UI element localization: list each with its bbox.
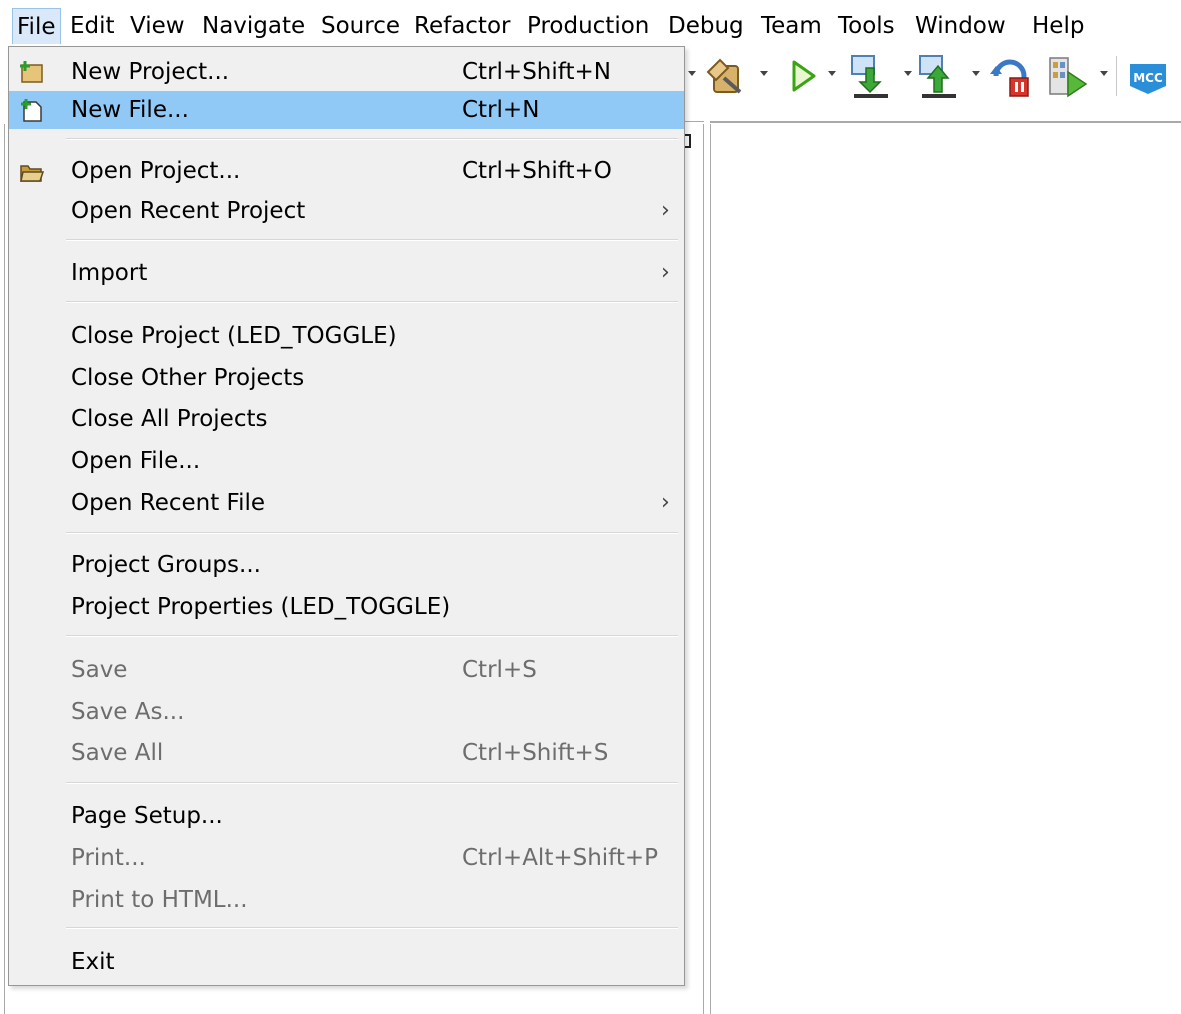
menu-item-label: Page Setup... <box>71 803 223 829</box>
chevron-down-icon[interactable] <box>828 71 836 76</box>
menu-item-label: Open Recent Project <box>71 198 306 224</box>
file-menu-dropdown: New Project... Ctrl+Shift+N New File... … <box>8 46 685 986</box>
menu-navigate[interactable]: Navigate <box>202 8 305 44</box>
chevron-down-icon[interactable] <box>904 71 912 76</box>
menu-window[interactable]: Window <box>915 8 1006 44</box>
menu-separator <box>66 782 678 784</box>
menu-refactor[interactable]: Refactor <box>414 8 510 44</box>
menu-item-project-properties[interactable]: Project Properties (LED_TOGGLE) <box>9 588 684 626</box>
menu-file[interactable]: File <box>12 8 61 44</box>
menu-item-exit[interactable]: Exit <box>9 943 684 981</box>
menu-item-open-file[interactable]: Open File... <box>9 442 684 480</box>
run-icon[interactable] <box>788 58 818 94</box>
menu-item-label: New File... <box>71 97 189 123</box>
menu-item-page-setup[interactable]: Page Setup... <box>9 797 684 835</box>
editor-pane-border <box>710 124 711 1014</box>
menu-item-label: Open File... <box>71 448 201 474</box>
menu-debug[interactable]: Debug <box>668 8 744 44</box>
restore-window-icon[interactable] <box>685 134 691 148</box>
menu-item-label: New Project... <box>71 59 230 85</box>
menu-item-print-to-html: Print to HTML... <box>9 881 684 919</box>
hold-reset-icon[interactable] <box>988 54 1034 100</box>
menu-item-label: Open Project... <box>71 158 241 184</box>
menu-item-open-project[interactable]: Open Project... Ctrl+Shift+O <box>9 152 684 190</box>
toolbar-separator <box>1116 56 1117 96</box>
chevron-down-icon[interactable] <box>688 71 696 76</box>
menu-item-label: Import <box>71 260 148 286</box>
program-device-icon[interactable] <box>848 54 894 100</box>
menu-item-label: Close Other Projects <box>71 365 305 391</box>
menu-item-open-recent-file[interactable]: Open Recent File › <box>9 484 684 522</box>
chevron-down-icon[interactable] <box>1100 71 1108 76</box>
read-device-icon[interactable] <box>916 54 962 100</box>
menu-item-close-all-projects[interactable]: Close All Projects <box>9 400 684 438</box>
menu-item-label: Exit <box>71 949 115 975</box>
open-project-icon <box>20 165 45 182</box>
menu-item-label: Save <box>71 657 128 683</box>
debug-main-icon[interactable] <box>1046 54 1090 100</box>
menu-item-close-project[interactable]: Close Project (LED_TOGGLE) <box>9 317 684 355</box>
menu-separator <box>66 927 678 929</box>
menu-separator <box>66 532 678 534</box>
menu-item-project-groups[interactable]: Project Groups... <box>9 546 684 584</box>
pane-divider[interactable] <box>703 124 704 1014</box>
menu-item-save-as: Save As... <box>9 693 684 731</box>
menu-help[interactable]: Help <box>1032 8 1084 44</box>
menu-item-close-other-projects[interactable]: Close Other Projects <box>9 359 684 397</box>
menu-item-open-recent-project[interactable]: Open Recent Project › <box>9 192 684 230</box>
menu-item-new-file[interactable]: New File... Ctrl+N <box>9 91 684 129</box>
menu-item-label: Close Project (LED_TOGGLE) <box>71 323 397 349</box>
menu-team[interactable]: Team <box>761 8 822 44</box>
menu-separator <box>66 301 678 303</box>
menu-tools[interactable]: Tools <box>838 8 895 44</box>
new-file-icon <box>21 99 42 122</box>
menu-item-shortcut: Ctrl+N <box>462 97 540 123</box>
chevron-down-icon[interactable] <box>760 71 768 76</box>
menu-item-shortcut: Ctrl+S <box>462 657 537 683</box>
menu-item-shortcut: Ctrl+Shift+N <box>462 59 611 85</box>
mcc-icon[interactable]: MCC <box>1126 56 1170 98</box>
editor-pane-top <box>710 121 1181 123</box>
menu-item-new-project[interactable]: New Project... Ctrl+Shift+N <box>9 53 684 91</box>
menu-item-shortcut: Ctrl+Shift+S <box>462 740 609 766</box>
menu-item-shortcut: Ctrl+Shift+O <box>462 158 612 184</box>
menu-item-label: Open Recent File <box>71 490 266 516</box>
menu-bar: File Edit View Navigate Source Refactor … <box>0 0 1181 46</box>
new-project-icon <box>20 61 43 83</box>
menu-item-label: Project Properties (LED_TOGGLE) <box>71 594 451 620</box>
chevron-right-icon: › <box>661 198 670 223</box>
menu-item-label: Save As... <box>71 699 185 725</box>
menu-item-label: Save All <box>71 740 164 766</box>
chevron-right-icon: › <box>661 490 670 515</box>
clean-build-icon[interactable] <box>704 56 748 98</box>
chevron-right-icon: › <box>661 260 670 285</box>
menu-item-print: Print... Ctrl+Alt+Shift+P <box>9 839 684 877</box>
menu-edit[interactable]: Edit <box>70 8 115 44</box>
menu-production[interactable]: Production <box>527 8 649 44</box>
menu-separator <box>66 138 678 140</box>
menu-item-label: Print... <box>71 845 146 871</box>
menu-item-label: Close All Projects <box>71 406 268 432</box>
menu-item-save-all: Save All Ctrl+Shift+S <box>9 734 684 772</box>
menu-item-label: Project Groups... <box>71 552 261 578</box>
chevron-down-icon[interactable] <box>972 71 980 76</box>
menu-item-import[interactable]: Import › <box>9 254 684 292</box>
menu-item-save: Save Ctrl+S <box>9 651 684 689</box>
menu-view[interactable]: View <box>130 8 185 44</box>
menu-item-shortcut: Ctrl+Alt+Shift+P <box>462 845 659 871</box>
menu-source[interactable]: Source <box>321 8 400 44</box>
menu-separator <box>66 239 678 241</box>
menu-item-label: Print to HTML... <box>71 887 248 913</box>
mcc-label: MCC <box>1133 71 1163 85</box>
menu-separator <box>66 635 678 637</box>
